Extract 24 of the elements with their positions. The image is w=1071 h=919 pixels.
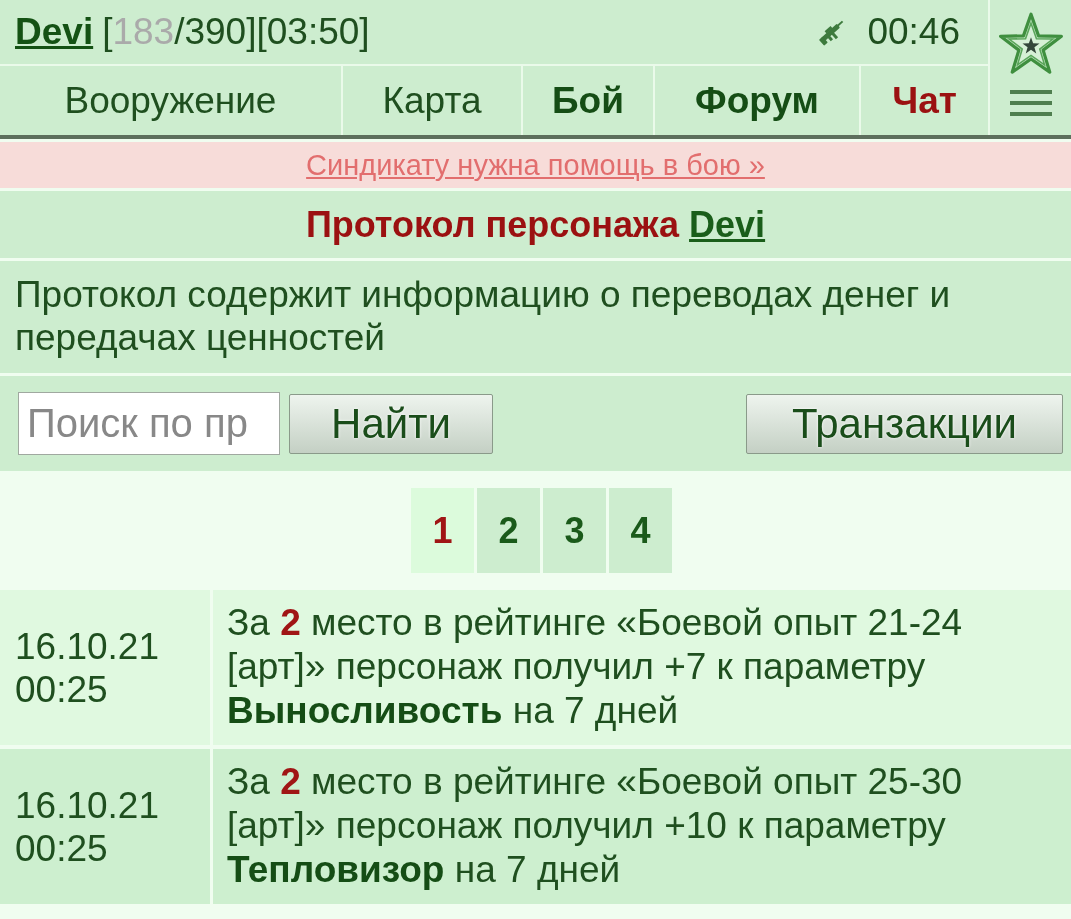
date-cell: 16.10.21 00:25 bbox=[0, 590, 210, 745]
page-link[interactable]: 2 bbox=[477, 488, 540, 573]
page-link[interactable]: 4 bbox=[609, 488, 672, 573]
clock-time: 00:46 bbox=[867, 11, 960, 53]
nav-tab[interactable]: Вооружение bbox=[0, 66, 341, 135]
nav-tab[interactable]: Бой bbox=[521, 66, 653, 135]
description-text: Протокол содержит информацию о переводах денег и передачах ценностей bbox=[0, 261, 1071, 373]
transactions-button[interactable]: Транзакции bbox=[746, 393, 1063, 454]
nav-tab[interactable]: Форум bbox=[653, 66, 859, 135]
menu-icon[interactable] bbox=[1009, 90, 1052, 116]
page-link[interactable]: 3 bbox=[543, 488, 606, 573]
player-stats: [183/390][03:50] bbox=[102, 11, 370, 53]
page-title: Протокол персонажа Devi bbox=[305, 203, 766, 246]
search-field[interactable]: Поиск по пр bbox=[18, 392, 280, 455]
player-link[interactable]: Devi bbox=[15, 11, 94, 53]
find-button[interactable]: Найти bbox=[289, 393, 493, 454]
date-cell: 16.10.21 00:25 bbox=[0, 749, 210, 904]
nav-tab[interactable]: Карта bbox=[341, 66, 521, 135]
nav-tab[interactable]: Чат bbox=[859, 66, 988, 135]
star-icon[interactable] bbox=[998, 12, 1063, 74]
message-cell: За 2 место в рейтинге «Боевой опыт 21-24 [арт]» персонаж получил +7 к параметру Выносливость на 7 дней bbox=[213, 590, 1071, 745]
message-cell: За 2 место в рейтинге «Боевой опыт 25-30 [арт]» персонаж получил +10 к параметру Тепловизор на 7 дней bbox=[213, 749, 1071, 904]
player-link[interactable]: Devi bbox=[689, 203, 766, 245]
page-link[interactable]: 1 bbox=[411, 488, 474, 573]
